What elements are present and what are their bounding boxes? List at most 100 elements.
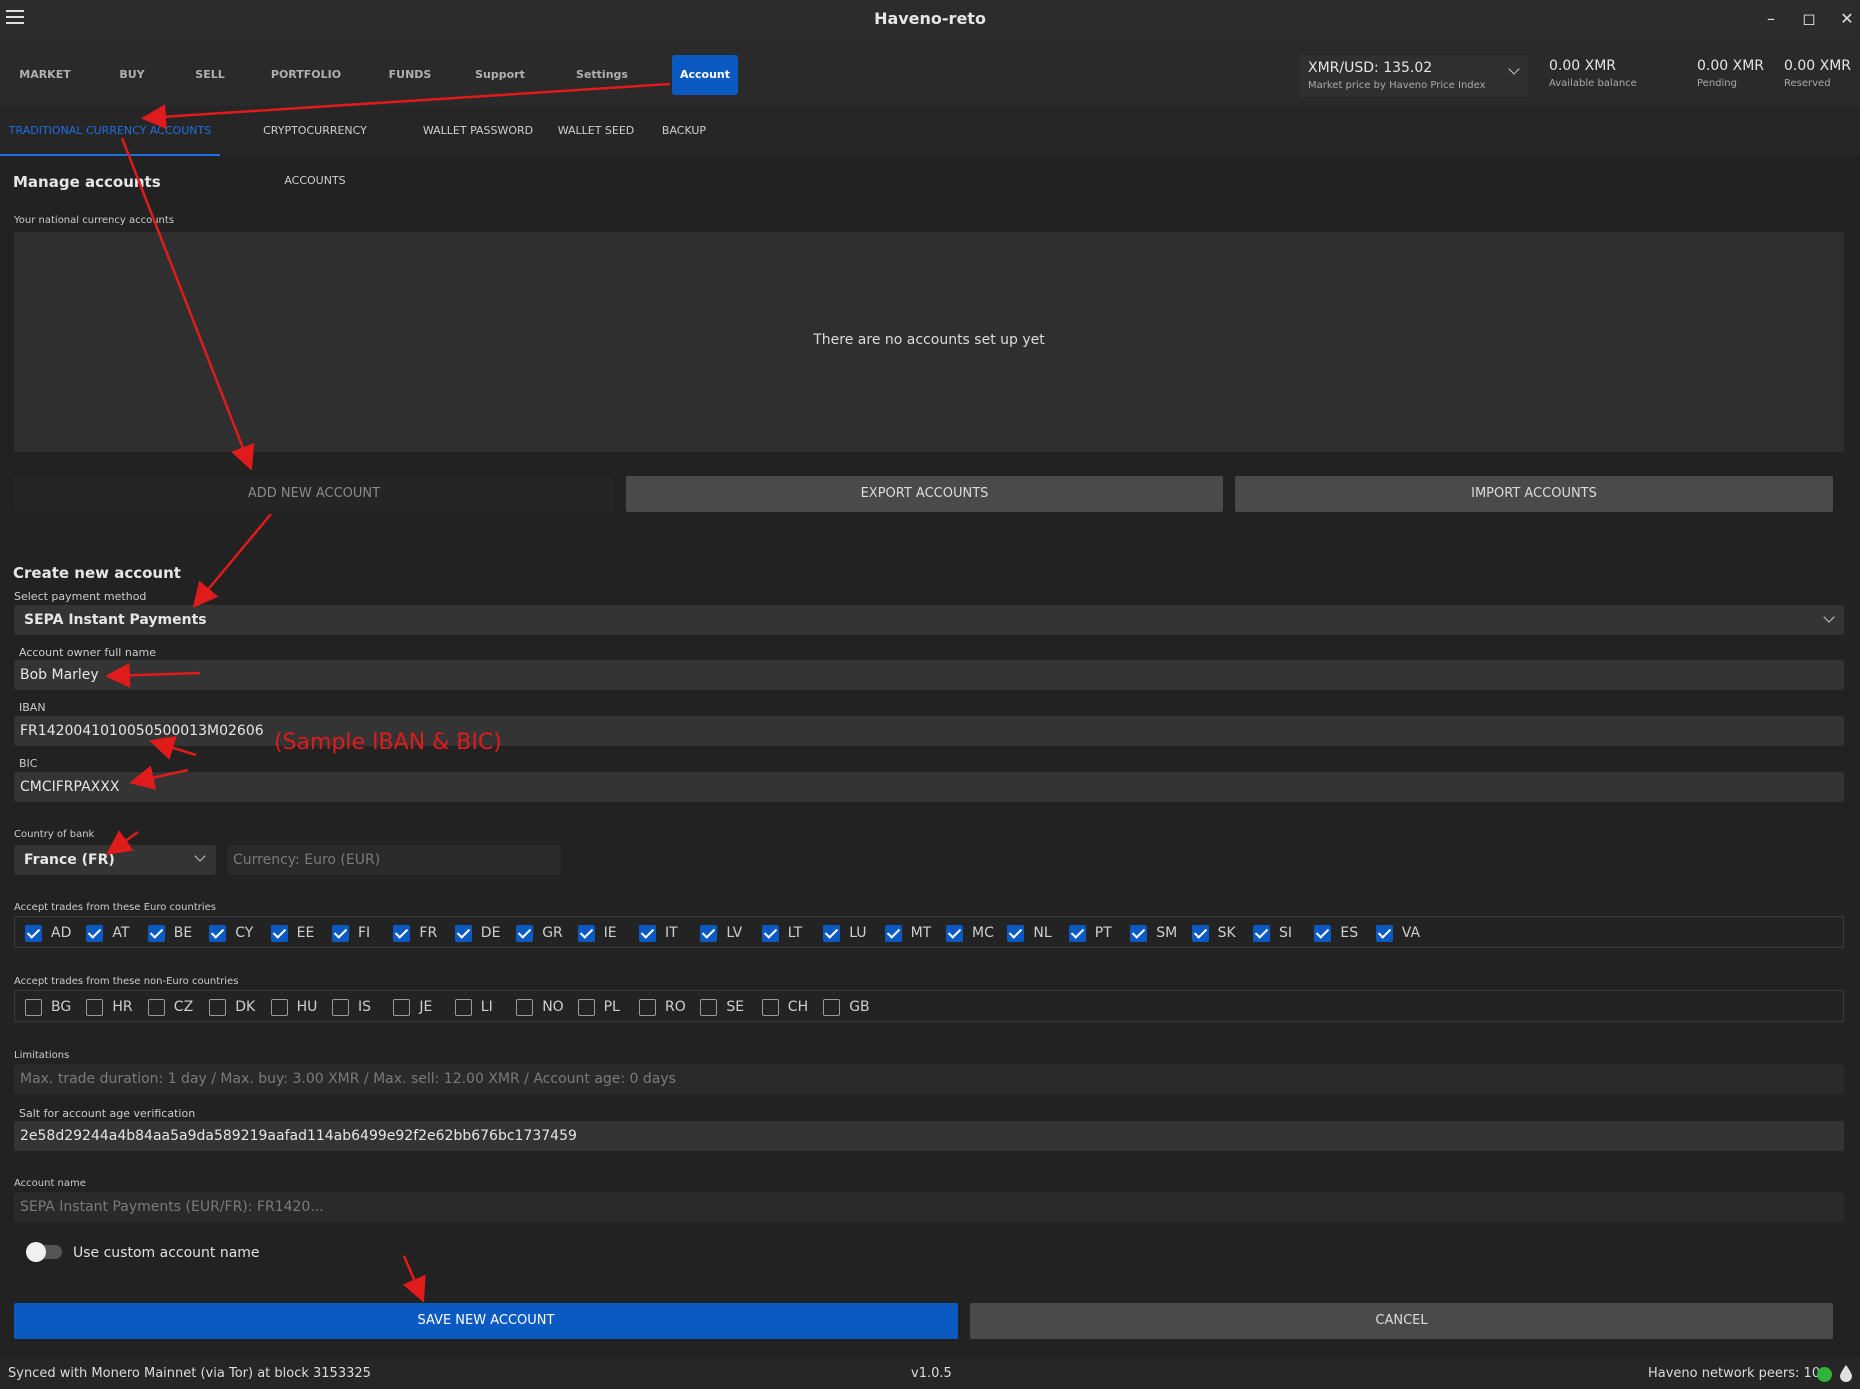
- market-price-selector[interactable]: XMR/USD: 135.02 Market price by Haveno P…: [1300, 55, 1528, 97]
- custom-name-toggle[interactable]: [26, 1242, 62, 1262]
- checkbox-checked-icon[interactable]: [147, 924, 165, 942]
- minimize-icon[interactable]: –: [1760, 8, 1782, 30]
- tab-funds[interactable]: FUNDS: [380, 55, 440, 95]
- country-checkbox-lu[interactable]: LU: [823, 924, 867, 942]
- checkbox-unchecked-icon[interactable]: [86, 998, 104, 1016]
- country-checkbox-hu[interactable]: HU: [270, 998, 317, 1016]
- tab-account[interactable]: Account: [672, 55, 738, 95]
- checkbox-checked-icon[interactable]: [393, 924, 411, 942]
- subtab-traditional-accounts[interactable]: TRADITIONAL CURRENCY ACCOUNTS: [0, 106, 220, 156]
- country-checkbox-bg[interactable]: BG: [25, 998, 71, 1016]
- save-new-account-button[interactable]: SAVE NEW ACCOUNT: [14, 1303, 958, 1339]
- import-accounts-button[interactable]: IMPORT ACCOUNTS: [1235, 476, 1833, 512]
- checkbox-checked-icon[interactable]: [209, 924, 227, 942]
- country-checkbox-nl[interactable]: NL: [1007, 924, 1052, 942]
- checkbox-unchecked-icon[interactable]: [639, 998, 656, 1016]
- country-checkbox-pt[interactable]: PT: [1068, 924, 1112, 942]
- checkbox-unchecked-icon[interactable]: [393, 998, 411, 1016]
- country-checkbox-is[interactable]: IS: [332, 998, 371, 1016]
- country-checkbox-sm[interactable]: SM: [1130, 924, 1177, 942]
- checkbox-checked-icon[interactable]: [25, 924, 42, 942]
- tab-support[interactable]: Support: [468, 55, 532, 95]
- country-checkbox-hr[interactable]: HR: [86, 998, 133, 1016]
- tab-portfolio[interactable]: PORTFOLIO: [266, 55, 346, 95]
- country-checkbox-mc[interactable]: MC: [946, 924, 994, 942]
- checkbox-unchecked-icon[interactable]: [332, 998, 349, 1016]
- bic-input[interactable]: CMCIFRPAXXX: [14, 772, 1844, 802]
- tab-sell[interactable]: SELL: [182, 55, 238, 95]
- checkbox-unchecked-icon[interactable]: [700, 998, 718, 1016]
- salt-input[interactable]: 2e58d29244a4b84aa5a9da589219aafad114ab64…: [14, 1121, 1844, 1151]
- checkbox-checked-icon[interactable]: [516, 924, 534, 942]
- checkbox-checked-icon[interactable]: [761, 924, 779, 942]
- country-checkbox-fi[interactable]: FI: [332, 924, 370, 942]
- close-icon[interactable]: ✕: [1836, 8, 1858, 30]
- checkbox-checked-icon[interactable]: [577, 924, 595, 942]
- checkbox-unchecked-icon[interactable]: [577, 998, 595, 1016]
- checkbox-unchecked-icon[interactable]: [209, 998, 227, 1016]
- country-checkbox-dk[interactable]: DK: [209, 998, 255, 1016]
- country-checkbox-sk[interactable]: SK: [1191, 924, 1236, 942]
- checkbox-checked-icon[interactable]: [1375, 924, 1393, 942]
- checkbox-checked-icon[interactable]: [823, 924, 841, 942]
- country-checkbox-ie[interactable]: IE: [577, 924, 617, 942]
- country-checkbox-fr[interactable]: FR: [393, 924, 437, 942]
- checkbox-checked-icon[interactable]: [86, 924, 104, 942]
- country-checkbox-ch[interactable]: CH: [761, 998, 808, 1016]
- tab-market[interactable]: MARKET: [10, 55, 80, 95]
- payment-method-select[interactable]: SEPA Instant Payments: [14, 605, 1844, 635]
- checkbox-unchecked-icon[interactable]: [454, 998, 472, 1016]
- checkbox-checked-icon[interactable]: [700, 924, 718, 942]
- checkbox-checked-icon[interactable]: [884, 924, 902, 942]
- checkbox-unchecked-icon[interactable]: [516, 998, 534, 1016]
- country-checkbox-mt[interactable]: MT: [884, 924, 931, 942]
- checkbox-checked-icon[interactable]: [1068, 924, 1086, 942]
- checkbox-checked-icon[interactable]: [332, 924, 349, 942]
- country-checkbox-es[interactable]: ES: [1314, 924, 1358, 942]
- cancel-button[interactable]: CANCEL: [970, 1303, 1833, 1339]
- checkbox-checked-icon[interactable]: [454, 924, 472, 942]
- owner-name-input[interactable]: Bob Marley: [14, 660, 1844, 690]
- tab-settings[interactable]: Settings: [568, 55, 636, 95]
- country-checkbox-be[interactable]: BE: [147, 924, 192, 942]
- country-checkbox-no[interactable]: NO: [516, 998, 564, 1016]
- country-checkbox-cz[interactable]: CZ: [147, 998, 193, 1016]
- tab-buy[interactable]: BUY: [104, 55, 160, 95]
- checkbox-unchecked-icon[interactable]: [761, 998, 779, 1016]
- checkbox-checked-icon[interactable]: [1007, 924, 1025, 942]
- country-checkbox-de[interactable]: DE: [454, 924, 500, 942]
- checkbox-checked-icon[interactable]: [1130, 924, 1148, 942]
- checkbox-unchecked-icon[interactable]: [823, 998, 841, 1016]
- checkbox-checked-icon[interactable]: [946, 924, 963, 942]
- checkbox-checked-icon[interactable]: [270, 924, 288, 942]
- checkbox-checked-icon[interactable]: [1191, 924, 1209, 942]
- maximize-icon[interactable]: ◻: [1798, 8, 1820, 30]
- export-accounts-button[interactable]: EXPORT ACCOUNTS: [626, 476, 1223, 512]
- checkbox-checked-icon[interactable]: [1253, 924, 1270, 942]
- country-checkbox-cy[interactable]: CY: [209, 924, 253, 942]
- subtab-backup[interactable]: BACKUP: [656, 106, 712, 156]
- country-checkbox-gr[interactable]: GR: [516, 924, 563, 942]
- country-checkbox-ad[interactable]: AD: [25, 924, 71, 942]
- country-checkbox-lv[interactable]: LV: [700, 924, 742, 942]
- checkbox-checked-icon[interactable]: [639, 924, 656, 942]
- country-checkbox-ro[interactable]: RO: [639, 998, 686, 1016]
- subtab-wallet-password[interactable]: WALLET PASSWORD: [420, 106, 536, 156]
- checkbox-unchecked-icon[interactable]: [25, 998, 42, 1016]
- country-checkbox-lt[interactable]: LT: [761, 924, 802, 942]
- country-checkbox-si[interactable]: SI: [1253, 924, 1292, 942]
- country-checkbox-li[interactable]: LI: [454, 998, 493, 1016]
- checkbox-unchecked-icon[interactable]: [270, 998, 288, 1016]
- country-checkbox-va[interactable]: VA: [1375, 924, 1420, 942]
- country-checkbox-je[interactable]: JE: [393, 998, 432, 1016]
- country-checkbox-gb[interactable]: GB: [823, 998, 870, 1016]
- country-checkbox-at[interactable]: AT: [86, 924, 129, 942]
- country-checkbox-se[interactable]: SE: [700, 998, 744, 1016]
- subtab-wallet-seed[interactable]: WALLET SEED: [556, 106, 636, 156]
- subtab-crypto-accounts[interactable]: CRYPTOCURRENCY ACCOUNTS: [232, 106, 398, 187]
- checkbox-checked-icon[interactable]: [1314, 924, 1332, 942]
- add-new-account-button[interactable]: ADD NEW ACCOUNT: [14, 476, 614, 512]
- checkbox-unchecked-icon[interactable]: [147, 998, 165, 1016]
- country-checkbox-it[interactable]: IT: [639, 924, 678, 942]
- country-select[interactable]: France (FR): [14, 845, 216, 875]
